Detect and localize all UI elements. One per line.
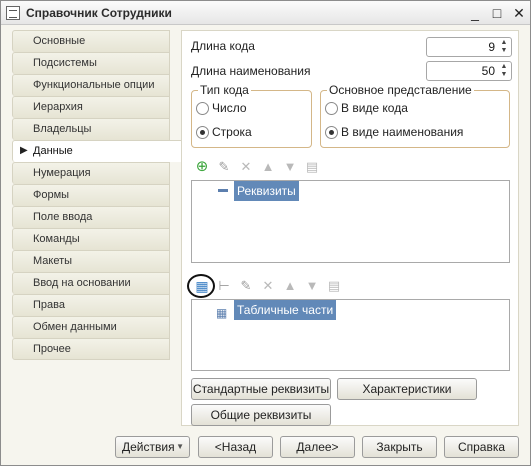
sidebar-item-forms[interactable]: Формы [12, 184, 170, 206]
back-button[interactable]: <Назад [198, 436, 273, 458]
current-item-arrow-icon: ▶ [20, 145, 28, 156]
code-length-spinner[interactable]: 9 ▲ ▼ [426, 37, 512, 57]
sidebar-item-label: Поле ввода [33, 211, 93, 223]
sidebar-item-label: Иерархия [33, 101, 83, 113]
add-subitem-icon[interactable]: ⊢ [215, 277, 233, 295]
actions-label: Действия [122, 440, 175, 454]
sidebar-item-hierarchy[interactable]: Иерархия [12, 96, 170, 118]
sidebar-item-label: Прочее [33, 343, 71, 355]
sidebar-item-label: Подсистемы [33, 57, 97, 69]
sidebar-item-subsystems[interactable]: Подсистемы [12, 52, 170, 74]
configuration-dialog-window: Справочник Сотрудники _ □ ✕ Основные Под… [0, 0, 531, 466]
sidebar-item-functional-options[interactable]: Функциональные опции [12, 74, 170, 96]
sidebar-item-label: Нумерация [33, 167, 91, 179]
sidebar-item-label: Основные [33, 35, 86, 47]
next-button[interactable]: Далее> [280, 436, 355, 458]
tabular-parts-root-label: Табличные части [234, 300, 337, 320]
name-length-spinner[interactable]: 50 ▲ ▼ [426, 61, 512, 81]
delete-icon[interactable]: ✕ [237, 158, 255, 176]
tabular-parts-tree[interactable]: ▦ Табличные части [191, 299, 510, 371]
common-attributes-button[interactable]: Общие реквизиты [191, 404, 331, 426]
code-length-label: Длина кода [191, 39, 255, 53]
main-presentation-legend: Основное представление [327, 83, 474, 97]
move-down-icon[interactable]: ▼ [303, 277, 321, 295]
sidebar-item-input-based-on[interactable]: Ввод на основании [12, 272, 170, 294]
chevron-down-icon: ▼ [176, 442, 184, 451]
spinner-arrows-icon[interactable]: ▲ ▼ [499, 63, 509, 79]
sidebar-item-data-exchange[interactable]: Обмен данными [12, 316, 170, 338]
edit-icon[interactable]: ✎ [215, 158, 233, 176]
sidebar-item-owners[interactable]: Владельцы [12, 118, 170, 140]
radio-label: Число [212, 101, 247, 115]
code-type-legend: Тип кода [198, 83, 251, 97]
sidebar-item-label: Функциональные опции [33, 79, 155, 91]
sidebar-item-label: Ввод на основании [33, 277, 131, 289]
data-settings-panel: Длина кода 9 ▲ ▼ Длина наименования 50 ▲ ▼… [181, 30, 519, 426]
collapse-icon[interactable] [218, 189, 228, 192]
sidebar-item-other[interactable]: Прочее [12, 338, 170, 360]
radio-label: Строка [212, 125, 252, 139]
sort-icon[interactable]: ▤ [325, 277, 343, 295]
radio-circle[interactable] [325, 126, 338, 139]
add-icon[interactable]: ⊕ [193, 158, 211, 176]
attributes-root-label: Реквизиты [234, 181, 299, 201]
characteristics-button[interactable]: Характеристики [337, 378, 477, 400]
code-length-value: 9 [488, 40, 495, 54]
sort-icon[interactable]: ▤ [303, 158, 321, 176]
sidebar-item-numbering[interactable]: Нумерация [12, 162, 170, 184]
attributes-tree-root[interactable]: Реквизиты [234, 181, 299, 201]
highlight-circle [187, 274, 215, 298]
actions-dropdown[interactable]: Действия ▼ [115, 436, 190, 458]
delete-icon[interactable]: ✕ [259, 277, 277, 295]
close-dialog-button[interactable]: Закрыть [362, 436, 437, 458]
name-length-label: Длина наименования [191, 64, 311, 78]
main-presentation-group: Основное представление В виде кода В вид… [320, 83, 510, 148]
sidebar-item-main[interactable]: Основные [12, 30, 170, 52]
radio-label: В виде наименования [341, 125, 464, 139]
sidebar-item-rights[interactable]: Права [12, 294, 170, 316]
sidebar-item-templates[interactable]: Макеты [12, 250, 170, 272]
sidebar-item-label: Владельцы [33, 123, 92, 135]
sidebar-item-label: Макеты [33, 255, 73, 267]
name-length-value: 50 [481, 64, 495, 78]
standard-attributes-button[interactable]: Стандартные реквизиты [191, 378, 331, 400]
attributes-tree[interactable]: Реквизиты [191, 180, 510, 263]
sidebar-item-data[interactable]: ▶ Данные [12, 140, 182, 162]
catalog-icon [6, 6, 20, 20]
spinner-arrows-icon[interactable]: ▲ ▼ [499, 39, 509, 55]
radio-label: В виде кода [341, 101, 408, 115]
sidebar-item-label: Обмен данными [33, 321, 117, 333]
sidebar-item-commands[interactable]: Команды [12, 228, 170, 250]
edit-icon[interactable]: ✎ [237, 277, 255, 295]
radio-circle[interactable] [196, 126, 209, 139]
minimize-button[interactable]: _ [466, 4, 484, 22]
sidebar-item-label: Команды [33, 233, 80, 245]
radio-circle[interactable] [325, 102, 338, 115]
move-down-icon[interactable]: ▼ [281, 158, 299, 176]
sidebar-item-input-field[interactable]: Поле ввода [12, 206, 170, 228]
attributes-toolbar: ⊕ ✎ ✕ ▲ ▼ ▤ [193, 158, 333, 178]
move-up-icon[interactable]: ▲ [281, 277, 299, 295]
maximize-button[interactable]: □ [488, 4, 506, 22]
table-icon: ▦ [216, 306, 228, 320]
sidebar-item-label: Данные [33, 145, 73, 157]
tabular-parts-root[interactable]: Табличные части [234, 300, 337, 320]
move-up-icon[interactable]: ▲ [259, 158, 277, 176]
title-bar[interactable]: Справочник Сотрудники _ □ ✕ [1, 1, 530, 25]
close-button[interactable]: ✕ [510, 4, 528, 22]
window-title: Справочник Сотрудники [26, 6, 172, 20]
tabular-parts-toolbar: ▦ ⊢ ✎ ✕ ▲ ▼ ▤ [193, 277, 353, 297]
sidebar-nav: Основные Подсистемы Функциональные опции… [12, 30, 182, 362]
sidebar-item-label: Формы [33, 189, 70, 201]
sidebar-item-label: Права [33, 299, 65, 311]
code-type-group: Тип кода Число Строка [191, 83, 312, 148]
radio-circle[interactable] [196, 102, 209, 115]
help-button[interactable]: Справка [444, 436, 519, 458]
